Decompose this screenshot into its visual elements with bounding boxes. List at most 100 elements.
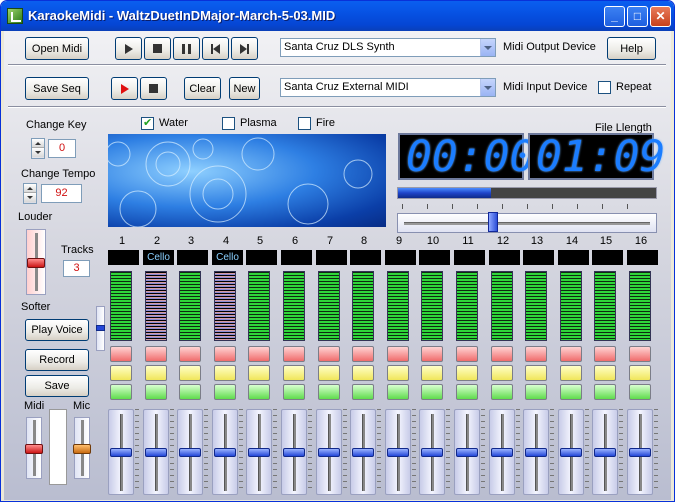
channel-fader-thumb[interactable]: [525, 448, 547, 457]
channel-fader[interactable]: [523, 409, 549, 495]
channel-enable-button[interactable]: [491, 384, 513, 400]
channel-solo-button[interactable]: [110, 365, 132, 381]
channel-mute-button[interactable]: [248, 346, 270, 362]
channel-solo-button[interactable]: [560, 365, 582, 381]
channel-solo-button[interactable]: [318, 365, 340, 381]
channel-enable-button[interactable]: [525, 384, 547, 400]
channel-enable-button[interactable]: [214, 384, 236, 400]
channel-solo-button[interactable]: [629, 365, 651, 381]
fire-checkbox[interactable]: [298, 117, 311, 130]
pause-button[interactable]: [173, 37, 200, 60]
channel-enable-button[interactable]: [387, 384, 409, 400]
channel-fader-thumb[interactable]: [421, 448, 443, 457]
change-tempo-value[interactable]: 92: [41, 184, 82, 203]
channel-enable-button[interactable]: [318, 384, 340, 400]
channel-fader[interactable]: [350, 409, 376, 495]
channel-solo-button[interactable]: [283, 365, 305, 381]
record-play-button[interactable]: [111, 77, 138, 100]
channel-fader[interactable]: [592, 409, 618, 495]
channel-solo-button[interactable]: [179, 365, 201, 381]
channel-mute-button[interactable]: [283, 346, 305, 362]
maximize-button[interactable]: □: [627, 6, 648, 27]
channel-fader-thumb[interactable]: [352, 448, 374, 457]
channel-enable-button[interactable]: [248, 384, 270, 400]
channel-enable-button[interactable]: [560, 384, 582, 400]
channel-fader-thumb[interactable]: [629, 448, 651, 457]
clear-button[interactable]: Clear: [184, 77, 221, 100]
change-key-value[interactable]: 0: [48, 139, 76, 158]
channel-enable-button[interactable]: [421, 384, 443, 400]
channel-solo-button[interactable]: [248, 365, 270, 381]
channel-fader[interactable]: [177, 409, 203, 495]
channel-mute-button[interactable]: [629, 346, 651, 362]
channel-solo-button[interactable]: [594, 365, 616, 381]
channel-fader-thumb[interactable]: [214, 448, 236, 457]
channel-fader-thumb[interactable]: [318, 448, 340, 457]
channel-enable-button[interactable]: [352, 384, 374, 400]
channel-mute-button[interactable]: [560, 346, 582, 362]
record-stop-button[interactable]: [140, 77, 167, 100]
help-button[interactable]: Help: [607, 37, 656, 60]
channel-fader-thumb[interactable]: [145, 448, 167, 457]
channel-enable-button[interactable]: [594, 384, 616, 400]
channel-enable-button[interactable]: [629, 384, 651, 400]
channel-fader[interactable]: [627, 409, 653, 495]
channel-mute-button[interactable]: [352, 346, 374, 362]
record-button[interactable]: Record: [25, 349, 89, 371]
channel-fader[interactable]: [419, 409, 445, 495]
channel-enable-button[interactable]: [283, 384, 305, 400]
mic-volume-thumb[interactable]: [73, 444, 91, 454]
channel-fader-thumb[interactable]: [594, 448, 616, 457]
channel-solo-button[interactable]: [491, 365, 513, 381]
title-bar[interactable]: KaraokeMidi - WaltzDuetInDMajor-March-5-…: [1, 1, 674, 31]
mic-volume-slider[interactable]: [73, 417, 91, 479]
channel-enable-button[interactable]: [145, 384, 167, 400]
channel-fader[interactable]: [108, 409, 134, 495]
midi-volume-thumb[interactable]: [25, 444, 43, 454]
close-button[interactable]: ✕: [650, 6, 671, 27]
change-tempo-spinner[interactable]: [23, 183, 37, 204]
channel-mute-button[interactable]: [491, 346, 513, 362]
channel-solo-button[interactable]: [421, 365, 443, 381]
channel-fader-thumb[interactable]: [283, 448, 305, 457]
channel-fader[interactable]: [246, 409, 272, 495]
channel-solo-button[interactable]: [145, 365, 167, 381]
channel-fader[interactable]: [212, 409, 238, 495]
channel-enable-button[interactable]: [179, 384, 201, 400]
channel-mute-button[interactable]: [179, 346, 201, 362]
new-button[interactable]: New: [229, 77, 260, 100]
seek-slider[interactable]: [397, 212, 657, 233]
channel-solo-button[interactable]: [456, 365, 478, 381]
rewind-button[interactable]: [202, 37, 229, 60]
open-midi-button[interactable]: Open Midi: [25, 37, 89, 60]
channel-mute-button[interactable]: [525, 346, 547, 362]
channel-fader-thumb[interactable]: [110, 448, 132, 457]
input-device-select[interactable]: Santa Cruz External MIDI: [280, 78, 496, 97]
channel-fader-thumb[interactable]: [491, 448, 513, 457]
channel-mute-button[interactable]: [387, 346, 409, 362]
channel-mute-button[interactable]: [594, 346, 616, 362]
channel-fader-thumb[interactable]: [560, 448, 582, 457]
channel-mute-button[interactable]: [318, 346, 340, 362]
channel-solo-button[interactable]: [387, 365, 409, 381]
plasma-checkbox[interactable]: [222, 117, 235, 130]
channel-mute-button[interactable]: [456, 346, 478, 362]
channel-fader[interactable]: [489, 409, 515, 495]
channel-fader[interactable]: [385, 409, 411, 495]
water-checkbox[interactable]: [141, 116, 154, 130]
channel-fader[interactable]: [316, 409, 342, 495]
channel-fader-thumb[interactable]: [179, 448, 201, 457]
channel-solo-button[interactable]: [525, 365, 547, 381]
minimize-button[interactable]: _: [604, 6, 625, 27]
channel-fader-thumb[interactable]: [387, 448, 409, 457]
change-key-spinner[interactable]: [31, 138, 45, 159]
channel-mute-button[interactable]: [145, 346, 167, 362]
channel-fader-thumb[interactable]: [456, 448, 478, 457]
volume-thumb[interactable]: [27, 258, 45, 268]
channel-mute-button[interactable]: [214, 346, 236, 362]
channel-mute-button[interactable]: [421, 346, 443, 362]
repeat-checkbox[interactable]: [598, 81, 611, 94]
output-device-select[interactable]: Santa Cruz DLS Synth: [280, 38, 496, 57]
channel-enable-button[interactable]: [456, 384, 478, 400]
channel-fader[interactable]: [454, 409, 480, 495]
